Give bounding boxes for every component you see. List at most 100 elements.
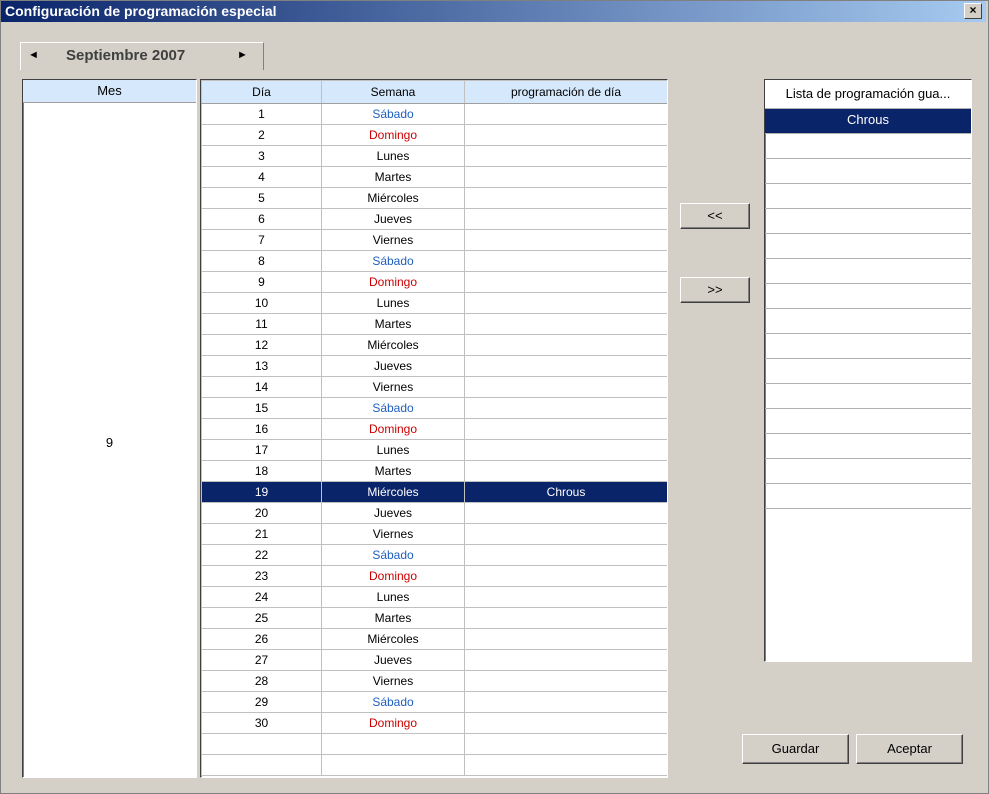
accept-button[interactable]: Aceptar (856, 734, 963, 764)
cell-weekday[interactable]: Domingo (321, 418, 465, 440)
table-row[interactable]: 22 Sábado (201, 544, 667, 566)
cell-schedule[interactable] (464, 691, 667, 713)
table-row[interactable]: 7 Viernes (201, 229, 667, 251)
cell-day[interactable]: 9 (201, 271, 322, 293)
cell-day[interactable]: 10 (201, 292, 322, 314)
cell-day[interactable]: 24 (201, 586, 322, 608)
cell-schedule[interactable] (464, 565, 667, 587)
column-header-schedule[interactable]: programación de día (464, 80, 667, 104)
cell-day[interactable]: 16 (201, 418, 322, 440)
table-row[interactable]: 5 Miércoles (201, 187, 667, 209)
prev-month-icon[interactable]: ◄ (28, 49, 39, 61)
cell-weekday[interactable]: Domingo (321, 712, 465, 734)
saved-list-empty-row[interactable] (765, 234, 971, 259)
table-row[interactable]: 19 Miércoles Chrous (201, 481, 667, 503)
cell-schedule[interactable] (464, 460, 667, 482)
cell-schedule[interactable] (464, 103, 667, 125)
remove-button[interactable]: >> (680, 277, 750, 303)
empty-row[interactable] (201, 754, 667, 776)
table-row[interactable]: 1 Sábado (201, 103, 667, 125)
cell-day[interactable]: 22 (201, 544, 322, 566)
table-row[interactable]: 15 Sábado (201, 397, 667, 419)
table-row[interactable]: 18 Martes (201, 460, 667, 482)
table-row[interactable]: 25 Martes (201, 607, 667, 629)
cell-weekday[interactable]: Viernes (321, 670, 465, 692)
cell-day[interactable]: 13 (201, 355, 322, 377)
cell-weekday[interactable]: Miércoles (321, 628, 465, 650)
cell-weekday[interactable]: Viernes (321, 229, 465, 251)
cell-schedule[interactable] (464, 124, 667, 146)
cell-day[interactable]: 12 (201, 334, 322, 356)
empty-cell[interactable] (201, 733, 322, 755)
cell-weekday[interactable]: Sábado (321, 103, 465, 125)
title-bar[interactable]: Configuración de programación especial × (1, 1, 986, 22)
cell-schedule[interactable] (464, 292, 667, 314)
table-row[interactable]: 10 Lunes (201, 292, 667, 314)
cell-weekday[interactable]: Domingo (321, 271, 465, 293)
cell-day[interactable]: 3 (201, 145, 322, 167)
cell-day[interactable]: 25 (201, 607, 322, 629)
cell-weekday[interactable]: Jueves (321, 355, 465, 377)
table-row[interactable]: 26 Miércoles (201, 628, 667, 650)
table-row[interactable]: 23 Domingo (201, 565, 667, 587)
table-row[interactable]: 3 Lunes (201, 145, 667, 167)
saved-list-empty-row[interactable] (765, 184, 971, 209)
close-button[interactable]: × (964, 3, 982, 19)
table-row[interactable]: 24 Lunes (201, 586, 667, 608)
saved-list-empty-row[interactable] (765, 309, 971, 334)
cell-day[interactable]: 20 (201, 502, 322, 524)
saved-list-empty-row[interactable] (765, 134, 971, 159)
cell-schedule[interactable] (464, 355, 667, 377)
table-row[interactable]: 9 Domingo (201, 271, 667, 293)
saved-list-item[interactable]: Chrous (765, 109, 971, 134)
cell-day[interactable]: 26 (201, 628, 322, 650)
saved-list-empty-row[interactable] (765, 384, 971, 409)
cell-weekday[interactable]: Jueves (321, 649, 465, 671)
cell-schedule[interactable] (464, 250, 667, 272)
cell-day[interactable]: 30 (201, 712, 322, 734)
cell-schedule[interactable] (464, 187, 667, 209)
cell-day[interactable]: 17 (201, 439, 322, 461)
cell-weekday[interactable]: Miércoles (321, 481, 465, 503)
cell-schedule[interactable] (464, 166, 667, 188)
assign-button[interactable]: << (680, 203, 750, 229)
saved-list-empty-row[interactable] (765, 409, 971, 434)
column-header-weekday[interactable]: Semana (321, 80, 465, 104)
cell-schedule[interactable] (464, 418, 667, 440)
cell-schedule[interactable] (464, 523, 667, 545)
cell-day[interactable]: 18 (201, 460, 322, 482)
cell-day[interactable]: 21 (201, 523, 322, 545)
column-header-day[interactable]: Día (201, 80, 322, 104)
cell-schedule[interactable] (464, 208, 667, 230)
cell-weekday[interactable]: Lunes (321, 586, 465, 608)
cell-weekday[interactable]: Jueves (321, 208, 465, 230)
cell-schedule[interactable] (464, 271, 667, 293)
cell-schedule[interactable] (464, 313, 667, 335)
cell-weekday[interactable]: Lunes (321, 292, 465, 314)
cell-day[interactable]: 6 (201, 208, 322, 230)
cell-day[interactable]: 5 (201, 187, 322, 209)
saved-list-empty-row[interactable] (765, 209, 971, 234)
cell-weekday[interactable]: Sábado (321, 691, 465, 713)
table-row[interactable]: 13 Jueves (201, 355, 667, 377)
cell-schedule[interactable] (464, 712, 667, 734)
cell-schedule[interactable] (464, 439, 667, 461)
cell-day[interactable]: 2 (201, 124, 322, 146)
cell-day[interactable]: 7 (201, 229, 322, 251)
saved-list-empty-row[interactable] (765, 259, 971, 284)
cell-schedule[interactable] (464, 229, 667, 251)
table-row[interactable]: 20 Jueves (201, 502, 667, 524)
cell-schedule[interactable] (464, 586, 667, 608)
table-row[interactable]: 29 Sábado (201, 691, 667, 713)
table-row[interactable]: 11 Martes (201, 313, 667, 335)
empty-cell[interactable] (464, 754, 667, 776)
cell-weekday[interactable]: Lunes (321, 145, 465, 167)
table-row[interactable]: 8 Sábado (201, 250, 667, 272)
saved-list-empty-row[interactable] (765, 284, 971, 309)
cell-day[interactable]: 19 (201, 481, 322, 503)
table-row[interactable]: 28 Viernes (201, 670, 667, 692)
cell-schedule[interactable] (464, 397, 667, 419)
cell-weekday[interactable]: Martes (321, 313, 465, 335)
cell-weekday[interactable]: Jueves (321, 502, 465, 524)
cell-schedule[interactable] (464, 502, 667, 524)
